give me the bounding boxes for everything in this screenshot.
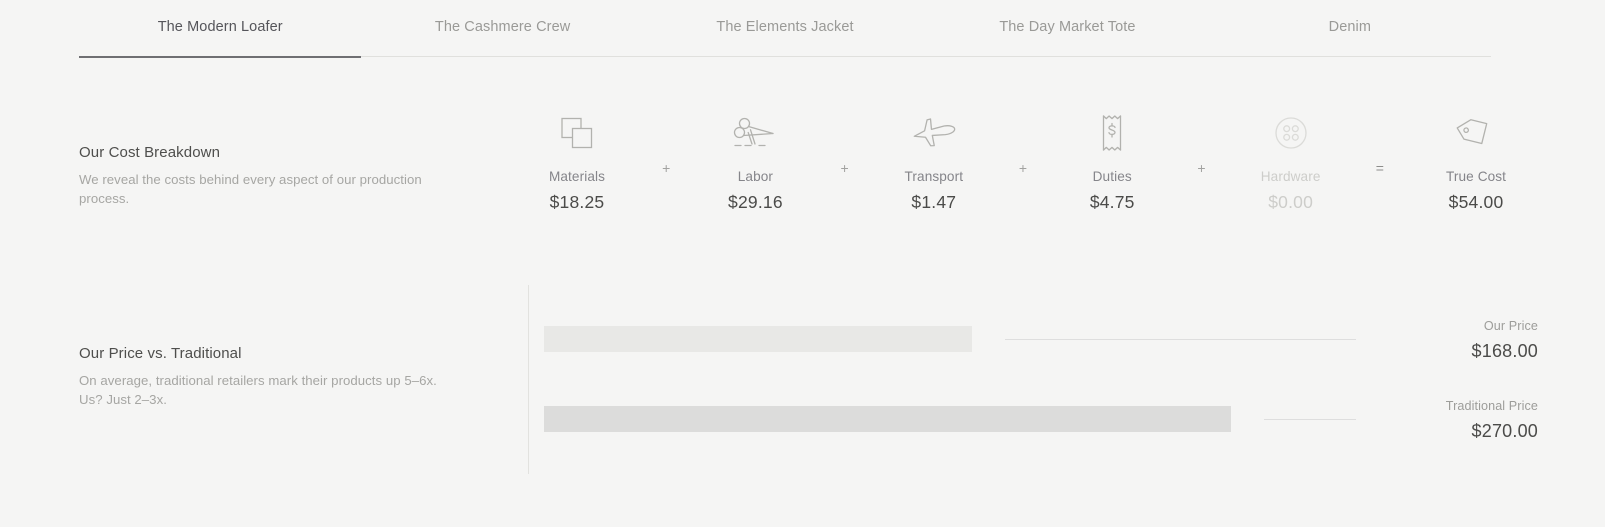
cost-item-duties: Duties $4.75 (1060, 104, 1164, 213)
cost-item-value: $18.25 (549, 192, 605, 212)
operator-plus-4: + (1197, 160, 1206, 176)
cost-item-label: Labor (737, 169, 774, 184)
scissors-icon (703, 104, 807, 162)
tab-the-modern-loafer[interactable]: The Modern Loafer (79, 0, 362, 58)
operator-equals: = (1375, 160, 1384, 176)
cost-breakdown-heading-block: Our Cost Breakdown We reveal the costs b… (79, 143, 449, 209)
cost-item-labor: Labor $29.16 (703, 104, 807, 213)
cost-item-true-cost: True Cost $54.00 (1417, 104, 1535, 213)
tab-denim[interactable]: Denim (1209, 0, 1491, 57)
cost-breakdown-description: We reveal the costs behind every aspect … (79, 172, 422, 207)
cost-item-label: True Cost (1445, 169, 1507, 184)
price-bar-label: Traditional Price (1445, 399, 1538, 414)
tab-the-elements-jacket[interactable]: The Elements Jacket (644, 0, 926, 57)
cost-item-materials: Materials $18.25 (525, 104, 629, 213)
cost-item-value: $0.00 (1268, 192, 1314, 212)
tab-label: The Modern Loafer (157, 18, 283, 35)
cost-item-transport: Transport $1.47 (882, 104, 986, 213)
price-bar-traditional-price (544, 406, 1231, 432)
price-comparison-description: On average, traditional retailers mark t… (79, 373, 437, 408)
price-bar-our-price (544, 326, 972, 352)
tab-label: The Elements Jacket (716, 18, 854, 35)
price-tag-icon (1417, 104, 1535, 162)
price-bar-meta: Traditional Price $270.00 (1368, 400, 1538, 440)
tab-label: The Day Market Tote (999, 18, 1136, 35)
cost-item-value: $54.00 (1448, 192, 1504, 212)
price-leader-line (1264, 418, 1356, 420)
price-bar-row-our-price: Our Price $168.00 (544, 320, 1538, 360)
cost-item-value: $4.75 (1089, 192, 1135, 212)
price-bar-value: $168.00 (1471, 340, 1538, 361)
chart-axis-line (528, 285, 529, 474)
receipt-dollar-icon (1060, 104, 1164, 162)
cost-item-value: $1.47 (911, 192, 957, 212)
cost-item-label: Hardware (1260, 169, 1321, 184)
tab-the-cashmere-crew[interactable]: The Cashmere Crew (361, 0, 643, 57)
cost-item-value: $29.16 (728, 192, 783, 212)
operator-plus-3: + (1018, 160, 1028, 176)
price-comparison-chart: Our Price $168.00 Traditional Price $270… (528, 285, 1538, 474)
cost-breakdown-title: Our Cost Breakdown (79, 144, 221, 161)
product-tab-bar[interactable]: The Modern Loafer The Cashmere Crew The … (79, 0, 1491, 58)
price-comparison-heading-block: Our Price vs. Traditional On average, tr… (79, 344, 449, 410)
cost-item-label: Duties (1092, 169, 1132, 184)
garment-button-icon (1239, 104, 1343, 162)
operator-plus-1: + (662, 160, 671, 176)
price-bar-label: Our Price (1483, 319, 1538, 334)
price-comparison-title: Our Price vs. Traditional (79, 345, 242, 362)
cost-item-label: Materials (548, 169, 606, 184)
operator-plus-2: + (840, 160, 849, 176)
tab-the-day-market-tote[interactable]: The Day Market Tote (926, 0, 1208, 57)
price-bar-row-traditional-price: Traditional Price $270.00 (544, 400, 1538, 440)
price-bar-value: $270.00 (1471, 420, 1538, 441)
price-leader-line (1005, 338, 1356, 340)
price-bar-meta: Our Price $168.00 (1368, 320, 1538, 360)
cost-breakdown-row: Materials $18.25 + Labor $29.16 + Transp… (525, 104, 1535, 213)
fabric-swatches-icon (525, 104, 629, 162)
tab-label: Denim (1328, 18, 1372, 35)
tab-label: The Cashmere Crew (434, 18, 571, 35)
airplane-icon (882, 104, 986, 162)
cost-item-label: Transport (904, 169, 964, 184)
cost-item-hardware: Hardware $0.00 (1239, 104, 1343, 213)
